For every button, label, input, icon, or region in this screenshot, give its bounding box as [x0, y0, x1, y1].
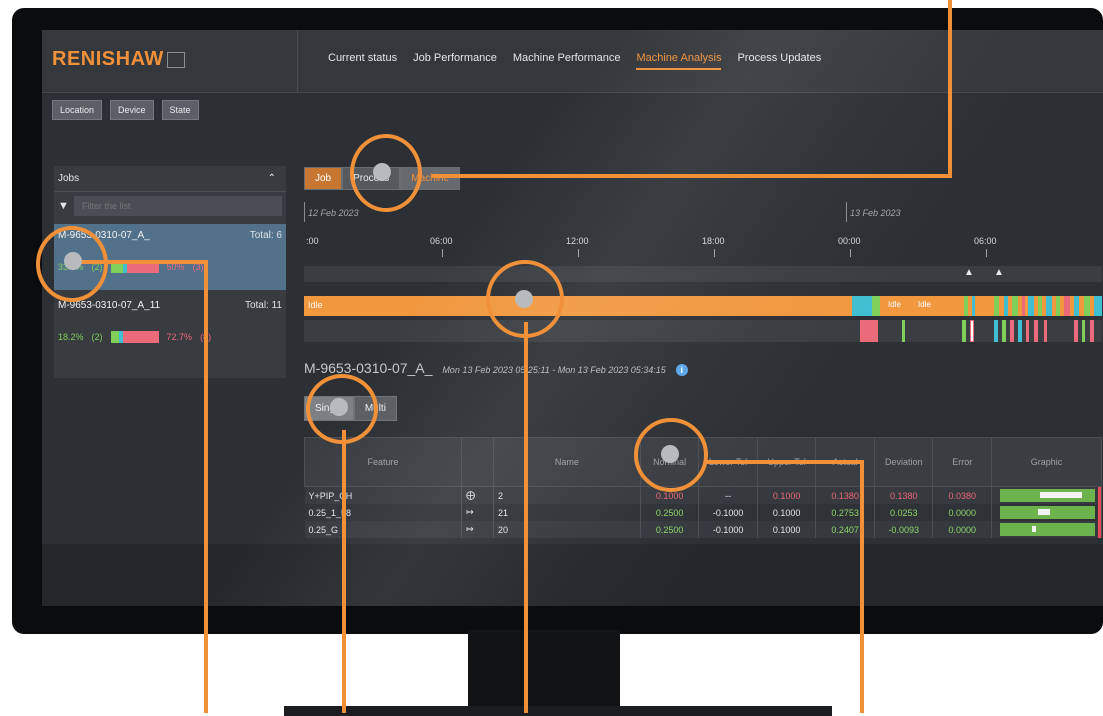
cell-nominal: 0.2500: [640, 521, 700, 538]
monitor-stand: [468, 630, 620, 715]
jobs-filter-input[interactable]: [74, 196, 282, 216]
bell-icon[interactable]: ▲: [994, 267, 1004, 278]
job-info-name: M-9653-0310-07_A_: [304, 360, 433, 376]
cell-upper-tol: 0.1000: [757, 486, 817, 504]
cell-actual: 0.2753: [815, 504, 875, 521]
idle-label: Idle: [308, 300, 323, 310]
time-label: 18:00: [702, 236, 725, 246]
time-label: 00:00: [838, 236, 861, 246]
cell-lower-tol: --: [698, 486, 758, 504]
callout-line: [204, 262, 208, 713]
state-filter-button[interactable]: State: [161, 100, 199, 120]
cell-lower-tol: -0.1000: [698, 521, 758, 538]
callout-line: [524, 322, 528, 713]
nav-tab-machine-analysis[interactable]: Machine Analysis: [636, 48, 722, 70]
alerts-lane: ▲ ▲: [304, 266, 1102, 282]
nav-tab-process-updates[interactable]: Process Updates: [737, 48, 821, 70]
callout-line: [342, 430, 346, 713]
table-row[interactable]: 0.25_1_58 ↦ 21 0.2500 -0.1000 0.1000 0.2…: [304, 504, 1102, 521]
cell-graphic: [991, 504, 1102, 521]
col-deviation[interactable]: Deviation: [873, 437, 934, 487]
info-icon[interactable]: i: [675, 364, 688, 376]
location-filter-button[interactable]: Location: [52, 100, 103, 120]
col-feature[interactable]: Feature: [303, 437, 463, 487]
cell-name: 2: [493, 486, 641, 504]
cell-nominal: 0.2500: [640, 504, 700, 521]
tab-job[interactable]: Job: [304, 167, 343, 190]
funnel-icon: ▼: [58, 200, 69, 212]
bell-icon[interactable]: ▲: [964, 267, 974, 278]
footer-strip: [42, 544, 1103, 606]
nav-tab-current-status[interactable]: Current status: [328, 48, 397, 70]
cell-name: 21: [493, 504, 641, 521]
job-pass-pct: 18.2%: [58, 332, 84, 342]
cell-upper-tol: 0.1000: [757, 521, 817, 538]
table-row[interactable]: 0.25_G ↦ 20 0.2500 -0.1000 0.1000 0.2407…: [304, 521, 1102, 538]
job-total: Total: 6: [249, 230, 282, 241]
chevron-up-icon[interactable]: ⌃: [268, 173, 276, 184]
job-pass-count: (2): [91, 332, 103, 342]
cell-error: 0.0000: [932, 504, 992, 521]
renishaw-logo: RENISHAW: [52, 48, 185, 71]
callout-line: [948, 0, 952, 178]
nav-tab-machine-performance[interactable]: Machine Performance: [513, 48, 621, 70]
cell-actual: 0.1380: [815, 486, 875, 504]
cell-feature: 0.25_G: [304, 521, 463, 538]
jobs-title: Jobs: [58, 173, 80, 184]
idle-label: Idle: [918, 300, 931, 309]
job-info: M-9653-0310-07_A_ Mon 13 Feb 2023 05:25:…: [304, 360, 688, 376]
cell-actual: 0.2407: [815, 521, 875, 538]
jobs-filter: ▼: [54, 192, 286, 220]
job-total: Total: 11: [244, 300, 282, 311]
idle-label: Idle: [888, 300, 901, 309]
cell-name: 20: [493, 521, 641, 538]
main-nav: Current status Job Performance Machine P…: [328, 48, 821, 70]
app-screen: RENISHAW Current status Job Performance …: [42, 30, 1103, 606]
cell-error: 0.0380: [932, 486, 992, 504]
monitor-base: [284, 706, 832, 716]
cell-feature: Y+PIP_CH: [304, 486, 463, 504]
cell-deviation: 0.0253: [874, 504, 934, 521]
width-measure-icon: ↦: [461, 504, 494, 521]
time-label: 12:00: [566, 236, 589, 246]
timeline-times: :00 06:00 12:00 18:00 00:00 06:00: [304, 236, 1102, 260]
filter-row: Location Device State: [52, 100, 199, 120]
callout-line: [704, 460, 864, 464]
cell-feature: 0.25_1_58: [304, 504, 463, 521]
col-error[interactable]: Error: [932, 437, 992, 487]
job-card[interactable]: M-9653-0310-07_A_11 Total: 11 18.2% (2) …: [54, 294, 286, 360]
date-label: 13 Feb 2023: [850, 208, 901, 218]
monitor-frame: RENISHAW Current status Job Performance …: [12, 8, 1103, 634]
machine-state-lane[interactable]: Idle Idle Idle: [304, 296, 1102, 316]
job-info-range: Mon 13 Feb 2023 05:25:11 - Mon 13 Feb 20…: [442, 365, 666, 375]
width-measure-icon: ↦: [461, 521, 494, 538]
job-fail-pct: 72.7%: [166, 332, 193, 342]
cell-lower-tol: -0.1000: [698, 504, 758, 521]
table-row[interactable]: Y+PIP_CH ⨁ 2 0.1000 -- 0.1000 0.1380 0.1…: [304, 486, 1102, 504]
col-name[interactable]: Name: [492, 437, 641, 487]
cell-error: 0.0000: [932, 521, 992, 538]
job-status-bar: [110, 331, 159, 343]
cell-graphic: [991, 486, 1102, 504]
date-label: 12 Feb 2023: [308, 208, 359, 218]
time-label: :00: [306, 236, 319, 246]
crosshair-icon: ⨁: [461, 486, 494, 504]
callout-line: [860, 460, 864, 713]
app-header: RENISHAW Current status Job Performance …: [42, 30, 1103, 93]
cell-deviation: 0.1380: [874, 486, 934, 504]
col-graphic[interactable]: Graphic: [991, 437, 1102, 487]
result-lane[interactable]: [304, 320, 1102, 342]
jobs-header[interactable]: Jobs ⌃: [54, 166, 286, 192]
device-filter-button[interactable]: Device: [110, 100, 154, 120]
time-label: 06:00: [974, 236, 997, 246]
time-label: 06:00: [430, 236, 453, 246]
cell-upper-tol: 0.1000: [757, 504, 817, 521]
logo-mark-icon: [166, 51, 185, 68]
nav-tab-job-performance[interactable]: Job Performance: [413, 48, 497, 70]
cell-deviation: -0.0093: [874, 521, 934, 538]
cell-graphic: [991, 521, 1102, 538]
callout-line: [432, 174, 952, 178]
timeline-dates: 12 Feb 2023 13 Feb 2023: [304, 202, 1102, 224]
